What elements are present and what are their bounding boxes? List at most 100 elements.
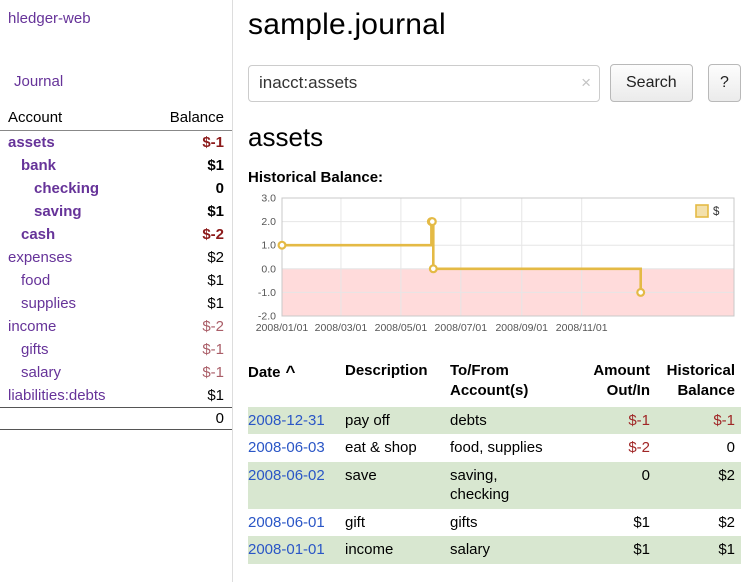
account-link[interactable]: assets [8, 134, 55, 151]
account-row: assets $-1 [0, 131, 232, 155]
transaction-date-cell: 2008-12-31 [248, 407, 345, 435]
account-heading: assets [248, 122, 741, 153]
transaction-accounts: gifts [450, 509, 588, 537]
accounts-table: Account Balance assets $-1 bank $1 checking 0… [0, 106, 232, 430]
sort-ascending-icon: ^ [286, 362, 296, 381]
legend-label: $ [713, 206, 720, 218]
account-link[interactable]: bank [21, 157, 56, 174]
account-link[interactable]: cash [21, 226, 55, 243]
clear-search-icon[interactable]: × [581, 73, 591, 93]
accounts-total-value: 0 [139, 408, 232, 430]
account-balance: $1 [139, 269, 232, 292]
transaction-amount: $-2 [588, 434, 656, 462]
transaction-date-link[interactable]: 2008-06-03 [248, 439, 325, 456]
account-row: saving $1 [0, 200, 232, 223]
account-link[interactable]: gifts [21, 341, 49, 358]
account-balance: 0 [139, 177, 232, 200]
transaction-description: pay off [345, 407, 450, 435]
transaction-date-link[interactable]: 2008-06-02 [248, 467, 325, 484]
svg-text:2008/11/01: 2008/11/01 [556, 322, 608, 334]
transaction-date-link[interactable]: 2008-12-31 [248, 412, 325, 429]
account-name-cell: salary [0, 361, 139, 384]
account-balance: $1 [139, 154, 232, 177]
transaction-date-link[interactable]: 2008-06-01 [248, 514, 325, 531]
account-row: income $-2 [0, 315, 232, 338]
accounts-total-spacer [0, 408, 139, 430]
col-accounts: To/FromAccount(s) [450, 359, 588, 407]
main-content: sample.journal × Search ? assets Histori… [233, 0, 742, 582]
account-row: expenses $2 [0, 246, 232, 269]
help-button[interactable]: ? [708, 64, 741, 102]
account-name-cell: supplies [0, 292, 139, 315]
account-balance: $-1 [139, 131, 232, 155]
account-link[interactable]: liabilities:debts [8, 387, 106, 404]
search-button[interactable]: Search [610, 64, 693, 102]
transaction-date-cell: 2008-01-01 [248, 536, 345, 564]
account-name-cell: food [0, 269, 139, 292]
transaction-balance: $2 [656, 462, 741, 509]
svg-text:2008/05/01: 2008/05/01 [375, 322, 428, 334]
transaction-balance: $2 [656, 509, 741, 537]
register-table: Date^ Description To/FromAccount(s) Amou… [248, 359, 741, 564]
account-row: liabilities:debts$1 [0, 384, 232, 408]
transaction-date-cell: 2008-06-03 [248, 434, 345, 462]
account-link[interactable]: supplies [21, 295, 76, 312]
account-row: food $1 [0, 269, 232, 292]
transaction-description: save [345, 462, 450, 509]
transaction-amount: $1 [588, 536, 656, 564]
transaction-balance: $-1 [656, 407, 741, 435]
account-link[interactable]: income [8, 318, 56, 335]
svg-text:3.0: 3.0 [261, 193, 276, 205]
account-balance: $1 [139, 200, 232, 223]
account-row: supplies $1 [0, 292, 232, 315]
chart-svg: 3.02.01.00.0-1.0-2.02008/01/012008/03/01… [248, 192, 741, 338]
account-link[interactable]: saving [34, 203, 82, 220]
account-balance: $1 [139, 292, 232, 315]
transaction-date-cell: 2008-06-01 [248, 509, 345, 537]
search-input[interactable] [248, 65, 600, 102]
legend-swatch [696, 205, 708, 217]
account-balance: $-2 [139, 223, 232, 246]
hledger-web-app: hledger-web Journal Account Balance asse… [0, 0, 742, 582]
search-bar: × Search ? [248, 64, 741, 102]
col-description: Description [345, 359, 450, 407]
svg-text:-1.0: -1.0 [258, 287, 276, 299]
register-row: 2008-12-31pay offdebts$-1$-1 [248, 407, 741, 435]
transaction-description: gift [345, 509, 450, 537]
account-link[interactable]: salary [21, 364, 61, 381]
data-point-marker [429, 218, 436, 225]
svg-text:2008/03/01: 2008/03/01 [315, 322, 368, 334]
chart-title: Historical Balance: [248, 169, 741, 186]
app-title-link[interactable]: hledger-web [8, 10, 91, 27]
account-link[interactable]: checking [34, 180, 99, 197]
transaction-amount: $-1 [588, 407, 656, 435]
account-balance: $2 [139, 246, 232, 269]
col-date[interactable]: Date^ [248, 359, 345, 407]
svg-text:-2.0: -2.0 [258, 311, 276, 323]
transaction-date-link[interactable]: 2008-01-01 [248, 541, 325, 558]
transaction-balance: $1 [656, 536, 741, 564]
transaction-accounts: saving, checking [450, 462, 588, 509]
account-link[interactable]: expenses [8, 249, 72, 266]
svg-text:2008/09/01: 2008/09/01 [495, 322, 548, 334]
svg-text:2008/07/01: 2008/07/01 [435, 322, 488, 334]
accounts-header-account: Account [0, 106, 139, 131]
transaction-accounts: salary [450, 536, 588, 564]
svg-text:0.0: 0.0 [261, 263, 276, 275]
svg-text:1.0: 1.0 [261, 240, 276, 252]
col-amount: AmountOut/In [588, 359, 656, 407]
journal-link[interactable]: Journal [14, 73, 63, 90]
account-balance: $-1 [139, 338, 232, 361]
journal-nav: Journal [0, 73, 232, 90]
accounts-header-row: Account Balance [0, 106, 232, 131]
account-link[interactable]: food [21, 272, 50, 289]
accounts-body: assets$-1bank$1checking0saving$1cash$-2e… [0, 131, 232, 408]
account-name-cell: bank [0, 154, 139, 177]
transaction-balance: 0 [656, 434, 741, 462]
transaction-description: eat & shop [345, 434, 450, 462]
account-name-cell: liabilities:debts [0, 384, 139, 408]
app-title: hledger-web [0, 8, 232, 29]
col-balance: HistoricalBalance [656, 359, 741, 407]
account-balance: $-2 [139, 315, 232, 338]
account-row: bank $1 [0, 154, 232, 177]
